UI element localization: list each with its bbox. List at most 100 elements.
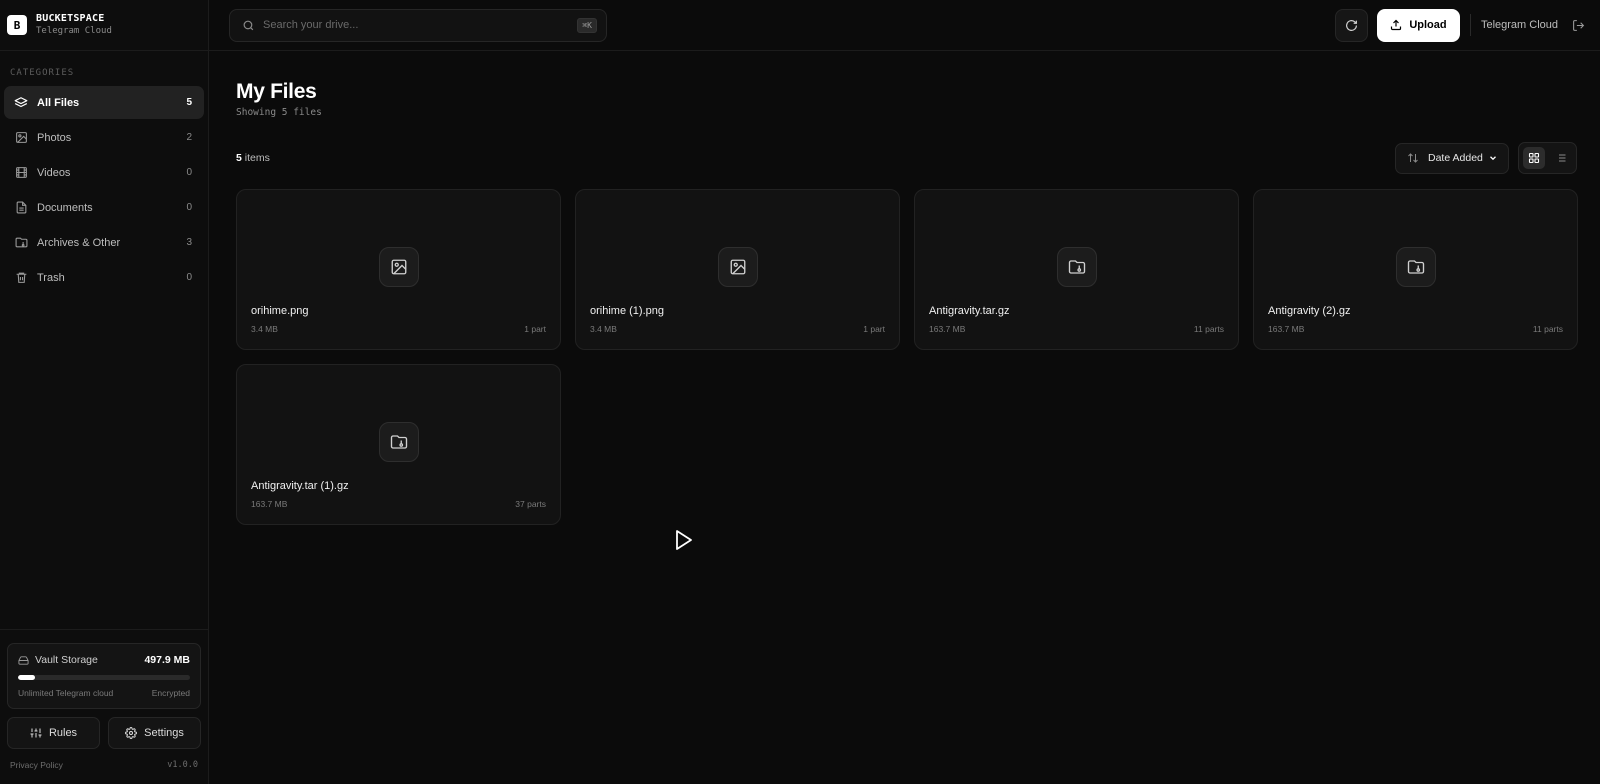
file-card[interactable]: Antigravity.tar (1).gz 163.7 MB 37 parts — [236, 364, 561, 525]
file-name: Antigravity.tar (1).gz — [251, 480, 349, 492]
file-parts: 11 parts — [1532, 324, 1563, 334]
brand[interactable]: B BUCKETSPACE Telegram Cloud — [0, 0, 208, 51]
folder-archive-icon — [1395, 247, 1436, 287]
brand-name: BUCKETSPACE — [36, 13, 105, 24]
sidebar-item-documents[interactable]: Documents 0 — [4, 191, 204, 224]
file-card[interactable]: Antigravity (2).gz 163.7 MB 11 parts — [1253, 189, 1578, 350]
search-shortcut-badge: ⌘K — [577, 17, 597, 33]
sidebar-item-count: 5 — [186, 97, 192, 108]
vault-progress-bar — [18, 675, 190, 680]
sidebar-item-count: 2 — [186, 132, 192, 143]
file-name: Antigravity.tar.gz — [929, 305, 1010, 317]
sidebar: B BUCKETSPACE Telegram Cloud CATEGORIES … — [0, 0, 209, 784]
file-name: Antigravity (2).gz — [1268, 305, 1351, 317]
privacy-policy-link[interactable]: Privacy Policy — [10, 760, 63, 770]
sidebar-item-photos[interactable]: Photos 2 — [4, 121, 204, 154]
upload-button[interactable]: Upload — [1376, 8, 1460, 42]
brand-subtitle: Telegram Cloud — [36, 26, 112, 36]
sidebar-item-label: All Files — [37, 96, 80, 109]
sidebar-item-label: Archives & Other — [37, 236, 121, 249]
file-size: 3.4 MB — [590, 324, 617, 334]
folder-archive-icon — [378, 422, 419, 462]
upload-icon — [1390, 19, 1402, 31]
search-icon — [242, 19, 255, 32]
file-parts: 11 parts — [1193, 324, 1224, 334]
search-input[interactable]: Search your drive... ⌘K — [229, 8, 607, 42]
sliders-icon — [30, 727, 42, 739]
brand-logo: B — [7, 15, 27, 35]
sidebar-item-count: 0 — [186, 202, 192, 213]
items-count-suffix: items — [241, 152, 270, 164]
file-card[interactable]: orihime.png 3.4 MB 1 part — [236, 189, 561, 350]
gear-icon — [125, 727, 138, 739]
grid-view-button[interactable] — [1523, 147, 1545, 169]
file-name: orihime (1).png — [590, 305, 664, 317]
file-size: 163.7 MB — [251, 499, 288, 509]
topbar-divider — [1469, 14, 1471, 36]
sidebar-item-trash[interactable]: Trash 0 — [4, 261, 204, 294]
vault-title: Vault Storage — [35, 654, 98, 666]
search-placeholder: Search your drive... — [263, 19, 359, 31]
vault-storage-card: Vault Storage 497.9 MB Unlimited Telegra… — [7, 643, 201, 709]
list-icon — [1555, 152, 1567, 164]
sidebar-item-label: Trash — [37, 271, 65, 284]
image-icon — [717, 247, 758, 287]
items-count: 5 items — [236, 152, 270, 164]
vault-progress-fill — [18, 675, 36, 680]
sidebar-item-archives[interactable]: Archives & Other 3 — [4, 226, 204, 259]
image-icon — [378, 247, 419, 287]
file-card[interactable]: Antigravity.tar.gz 163.7 MB 11 parts — [914, 189, 1239, 350]
page-heading: My Files Showing 5 files — [236, 80, 322, 118]
sidebar-footer: Vault Storage 497.9 MB Unlimited Telegra… — [0, 629, 208, 784]
sidebar-item-label: Videos — [37, 166, 71, 179]
upload-label: Upload — [1409, 19, 1447, 31]
file-name: orihime.png — [251, 305, 309, 317]
sidebar-nav: All Files 5 Photos 2 Videos 0 Documents … — [0, 86, 208, 296]
app-version: v1.0.0 — [167, 760, 198, 770]
file-parts: 37 parts — [515, 499, 546, 509]
list-view-button[interactable] — [1551, 147, 1573, 169]
trash-icon — [14, 271, 28, 285]
topbar: Search your drive... ⌘K Upload Telegram … — [209, 0, 1600, 51]
refresh-icon — [1345, 19, 1358, 32]
sidebar-item-videos[interactable]: Videos 0 — [4, 156, 204, 189]
refresh-button[interactable] — [1334, 8, 1368, 42]
sidebar-item-count: 0 — [186, 272, 192, 283]
files-toolbar: 5 items Date Added — [236, 142, 1577, 174]
folder-archive-icon — [1056, 247, 1097, 287]
file-card[interactable]: orihime (1).png 3.4 MB 1 part — [575, 189, 900, 350]
hard-drive-icon — [18, 655, 29, 666]
view-toggle — [1518, 142, 1577, 174]
vault-size: 497.9 MB — [144, 654, 190, 666]
settings-button[interactable]: Settings — [108, 717, 201, 749]
rules-label: Rules — [48, 727, 78, 739]
sidebar-item-label: Photos — [37, 131, 72, 144]
main-content: Search your drive... ⌘K Upload Telegram … — [209, 0, 1600, 784]
file-size: 3.4 MB — [251, 324, 278, 334]
grid-icon — [1528, 152, 1540, 164]
settings-label: Settings — [144, 727, 184, 739]
sort-label: Date Added — [1428, 152, 1483, 164]
categories-label: CATEGORIES — [10, 68, 75, 78]
vault-left-note: Unlimited Telegram cloud — [18, 688, 114, 698]
sidebar-item-count: 3 — [186, 237, 192, 248]
file-parts: 1 part — [524, 324, 546, 334]
rules-button[interactable]: Rules — [7, 717, 100, 749]
logout-icon[interactable] — [1572, 19, 1585, 32]
page-title: My Files — [236, 80, 317, 103]
page-subtitle: Showing 5 files — [236, 107, 322, 118]
cloud-label: Telegram Cloud — [1480, 19, 1558, 31]
vault-right-note: Encrypted — [151, 688, 190, 698]
app-window: B BUCKETSPACE Telegram Cloud CATEGORIES … — [0, 0, 1600, 784]
image-icon — [14, 131, 28, 145]
file-size: 163.7 MB — [1268, 324, 1305, 334]
sort-dropdown[interactable]: Date Added — [1395, 142, 1509, 174]
mouse-cursor-icon — [675, 530, 693, 555]
file-grid: orihime.png 3.4 MB 1 part orihime (1).png… — [236, 189, 1578, 525]
chevron-down-icon — [1488, 153, 1498, 163]
layers-icon — [14, 96, 28, 110]
file-size: 163.7 MB — [929, 324, 966, 334]
sidebar-item-all-files[interactable]: All Files 5 — [4, 86, 204, 119]
sidebar-item-label: Documents — [37, 201, 93, 214]
document-icon — [14, 201, 28, 215]
